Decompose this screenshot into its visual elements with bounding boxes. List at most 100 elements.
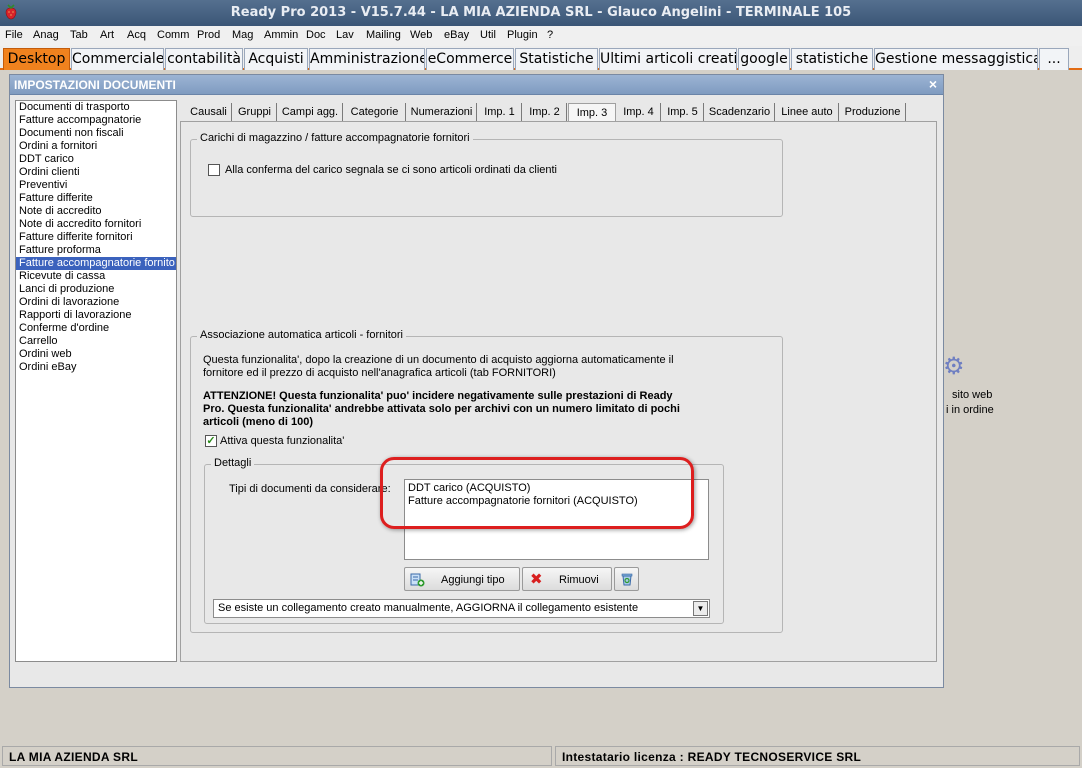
- document-list-item[interactable]: Note di accredito fornitori: [16, 218, 176, 231]
- desktop-link-ordini[interactable]: i in ordine: [946, 404, 994, 416]
- document-list-item[interactable]: Preventivi: [16, 179, 176, 192]
- tab-imp-3[interactable]: Imp. 3: [568, 103, 616, 123]
- tab-linee-auto[interactable]: Linee auto: [776, 103, 839, 123]
- document-list-item[interactable]: Ordini di lavorazione: [16, 296, 176, 309]
- settings-dialog: IMPOSTAZIONI DOCUMENTI × Documenti di tr…: [9, 74, 944, 688]
- title-bar: Ready Pro 2013 - V15.7.44 - LA MIA AZIEN…: [0, 0, 1082, 26]
- tab-scadenzario[interactable]: Scadenzario: [705, 103, 775, 123]
- clear-list-button[interactable]: [614, 567, 639, 591]
- document-list-item[interactable]: Note di accredito: [16, 205, 176, 218]
- menu-mag[interactable]: Mag: [232, 29, 253, 41]
- document-list-item[interactable]: Documenti di trasporto: [16, 101, 176, 114]
- link-behavior-value: Se esiste un collegamento creato manualm…: [218, 602, 639, 614]
- tab-campi-agg[interactable]: Campi agg.: [278, 103, 343, 123]
- segnala-articoli-checkbox[interactable]: [208, 164, 220, 176]
- menu-acq[interactable]: Acq: [127, 29, 146, 41]
- tab-amministrazione[interactable]: Amministrazione: [309, 48, 425, 70]
- menu-comm[interactable]: Comm: [157, 29, 189, 41]
- attiva-funzionalita-checkbox[interactable]: ✓: [205, 435, 217, 447]
- document-list-item[interactable]: Ordini web: [16, 348, 176, 361]
- document-list-item[interactable]: Ricevute di cassa: [16, 270, 176, 283]
- status-license: Intestatario licenza : READY TECNOSERVIC…: [555, 746, 1080, 766]
- tab-statistiche-2[interactable]: statistiche: [791, 48, 873, 70]
- document-list-item[interactable]: Fatture differite: [16, 192, 176, 205]
- gear-icon[interactable]: ⚙: [943, 352, 965, 381]
- remove-button[interactable]: ✖ Rimuovi: [522, 567, 612, 591]
- tab-panel-imp-3: Carichi di magazzino / fatture accompagn…: [180, 121, 937, 662]
- group-dettagli-legend: Dettagli: [211, 457, 255, 469]
- recycle-bin-icon: [621, 573, 633, 586]
- tab-produzione[interactable]: Produzione: [840, 103, 906, 123]
- tab-statistiche[interactable]: Statistiche: [515, 48, 598, 70]
- feature-description: Questa funzionalita', dopo la creazione …: [203, 354, 674, 379]
- document-type-list[interactable]: Documenti di trasporto Fatture accompagna…: [15, 100, 177, 662]
- menu-bar: File Anag Tab Art Acq Comm Prod Mag Ammi…: [0, 26, 1082, 46]
- tab-ultimi-articoli[interactable]: Ultimi articoli creati: [599, 48, 737, 70]
- attiva-funzionalita-label: Attiva questa funzionalita': [220, 435, 345, 447]
- tab-desktop[interactable]: Desktop: [3, 48, 70, 70]
- close-icon[interactable]: ×: [926, 76, 940, 92]
- main-tab-bar: Desktop Commerciale contabilità Acquisti…: [0, 46, 1082, 70]
- tab-imp-4[interactable]: Imp. 4: [617, 103, 661, 123]
- menu-ammin[interactable]: Ammin: [264, 29, 298, 41]
- document-list-item[interactable]: Ordini a fornitori: [16, 140, 176, 153]
- tab-google[interactable]: google: [738, 48, 790, 70]
- tab-imp-5[interactable]: Imp. 5: [662, 103, 704, 123]
- status-bar: LA MIA AZIENDA SRL Intestatario licenza …: [0, 744, 1082, 768]
- status-company: LA MIA AZIENDA SRL: [2, 746, 552, 766]
- tab-acquisti[interactable]: Acquisti: [244, 48, 308, 70]
- tab-commerciale[interactable]: Commerciale: [71, 48, 164, 70]
- menu-prod[interactable]: Prod: [197, 29, 220, 41]
- menu-doc[interactable]: Doc: [306, 29, 326, 41]
- dialog-title-bar: IMPOSTAZIONI DOCUMENTI ×: [10, 75, 943, 95]
- document-list-item[interactable]: Carrello: [16, 335, 176, 348]
- group-carichi-magazzino: Carichi di magazzino / fatture accompagn…: [190, 132, 783, 217]
- tab-contabilita[interactable]: contabilità: [165, 48, 243, 70]
- window-title: Ready Pro 2013 - V15.7.44 - LA MIA AZIEN…: [230, 5, 852, 20]
- menu-help[interactable]: ?: [547, 29, 553, 41]
- desktop-link-sito-web[interactable]: sito web: [952, 389, 992, 401]
- menu-plugin[interactable]: Plugin: [507, 29, 538, 41]
- menu-tab[interactable]: Tab: [70, 29, 88, 41]
- tab-gestione-messaggistica[interactable]: Gestione messaggistica: [874, 48, 1038, 70]
- document-list-item[interactable]: DDT carico: [16, 153, 176, 166]
- menu-web[interactable]: Web: [410, 29, 432, 41]
- menu-file[interactable]: File: [5, 29, 23, 41]
- dialog-title: IMPOSTAZIONI DOCUMENTI: [14, 78, 176, 92]
- tab-numerazioni[interactable]: Numerazioni: [407, 103, 477, 123]
- document-list-item[interactable]: Fatture differite fornitori: [16, 231, 176, 244]
- menu-mailing[interactable]: Mailing: [366, 29, 401, 41]
- tab-gruppi[interactable]: Gruppi: [233, 103, 277, 123]
- feature-warning: ATTENZIONE! Questa funzionalita' puo' in…: [203, 390, 680, 428]
- document-list-item[interactable]: Fatture proforma: [16, 244, 176, 257]
- tab-categorie[interactable]: Categorie: [344, 103, 406, 123]
- chevron-down-icon[interactable]: ▼: [693, 601, 708, 616]
- menu-util[interactable]: Util: [480, 29, 496, 41]
- document-list-item[interactable]: Fatture accompagnatorie: [16, 114, 176, 127]
- link-behavior-select[interactable]: Se esiste un collegamento creato manualm…: [213, 599, 710, 618]
- add-document-icon: [410, 573, 425, 587]
- document-list-item[interactable]: Lanci di produzione: [16, 283, 176, 296]
- document-list-item[interactable]: Rapporti di lavorazione: [16, 309, 176, 322]
- group-associazione-legend: Associazione automatica articoli - forni…: [197, 329, 406, 341]
- menu-lav[interactable]: Lav: [336, 29, 354, 41]
- tab-ecommerce[interactable]: eCommerce: [426, 48, 514, 70]
- remove-x-icon: ✖: [530, 571, 543, 588]
- document-list-item[interactable]: Ordini clienti: [16, 166, 176, 179]
- group-carichi-legend: Carichi di magazzino / fatture accompagn…: [197, 132, 473, 144]
- highlight-annotation: [380, 457, 694, 529]
- tab-more[interactable]: ...: [1039, 48, 1069, 70]
- document-list-item[interactable]: Fatture accompagnatorie fornito: [16, 257, 176, 270]
- menu-ebay[interactable]: eBay: [444, 29, 469, 41]
- menu-art[interactable]: Art: [100, 29, 114, 41]
- document-list-item[interactable]: Documenti non fiscali: [16, 127, 176, 140]
- menu-anag[interactable]: Anag: [33, 29, 59, 41]
- segnala-articoli-label: Alla conferma del carico segnala se ci s…: [225, 164, 558, 176]
- document-list-item[interactable]: Conferme d'ordine: [16, 322, 176, 335]
- tab-causali[interactable]: Causali: [186, 103, 232, 123]
- document-list-item[interactable]: Ordini eBay: [16, 361, 176, 374]
- tab-imp-1[interactable]: Imp. 1: [478, 103, 522, 123]
- add-type-button[interactable]: Aggiungi tipo: [404, 567, 520, 591]
- tab-imp-2[interactable]: Imp. 2: [523, 103, 567, 123]
- add-type-label: Aggiungi tipo: [441, 574, 505, 586]
